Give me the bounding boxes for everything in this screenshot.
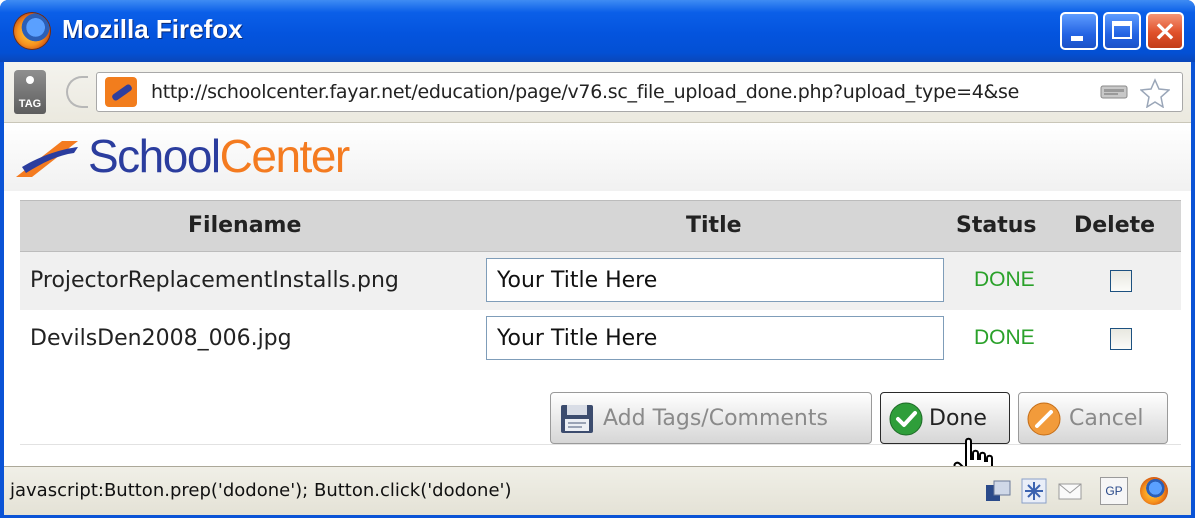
header-delete: Delete <box>1074 213 1156 238</box>
filename-cell: ProjectorReplacementInstalls.png <box>30 268 399 293</box>
cancel-icon <box>1027 402 1061 436</box>
delete-checkbox[interactable] <box>1110 270 1132 292</box>
firefox-status-icon[interactable] <box>1140 477 1168 505</box>
mail-icon[interactable] <box>1056 477 1084 505</box>
minimize-icon <box>1071 36 1083 41</box>
screen-icon[interactable] <box>984 477 1012 505</box>
check-icon <box>889 402 923 436</box>
minimize-button[interactable] <box>1060 12 1098 50</box>
table-header: Filename Title Status Delete <box>20 200 1181 252</box>
close-icon: × <box>1153 14 1177 47</box>
snowflake-icon[interactable] <box>1020 477 1048 505</box>
feed-icon[interactable] <box>1100 82 1130 102</box>
url-field[interactable]: http://schoolcenter.fayar.net/education/… <box>96 72 1183 112</box>
table-row: ProjectorReplacementInstalls.png DONE <box>20 252 1181 310</box>
tag-icon[interactable]: TAG <box>14 70 46 114</box>
divider <box>20 444 1181 445</box>
table-row: DevilsDen2008_006.jpg DONE <box>20 310 1181 368</box>
logo-school: School <box>88 130 221 182</box>
header-filename: Filename <box>188 213 302 238</box>
title-input[interactable] <box>486 316 944 360</box>
close-button[interactable]: × <box>1146 12 1184 50</box>
status-cell: DONE <box>974 268 1035 291</box>
logo-center: Center <box>219 130 351 182</box>
site-favicon <box>105 77 137 107</box>
schoolcenter-header: SchoolCenter <box>4 123 1191 191</box>
maximize-button[interactable] <box>1103 12 1141 50</box>
status-cell: DONE <box>974 326 1035 349</box>
firefox-icon <box>14 13 50 49</box>
browser-window: Mozilla Firefox × TAG http://schoolcente… <box>0 0 1195 518</box>
save-icon <box>561 405 593 433</box>
star-icon[interactable] <box>1140 78 1170 108</box>
window-title: Mozilla Firefox <box>62 14 243 44</box>
add-tags-button[interactable]: Add Tags/Comments <box>550 392 872 444</box>
header-title: Title <box>686 213 742 238</box>
back-button-edge[interactable] <box>66 76 88 108</box>
done-label: Done <box>929 406 987 431</box>
title-bar[interactable]: Mozilla Firefox × <box>0 0 1195 62</box>
tag-label: TAG <box>18 98 42 110</box>
add-tags-label: Add Tags/Comments <box>603 406 828 431</box>
address-bar: TAG http://schoolcenter.fayar.net/educat… <box>4 62 1191 123</box>
url-text[interactable]: http://schoolcenter.fayar.net/education/… <box>151 81 1019 103</box>
status-bar: javascript:Button.prep('dodone'); Button… <box>4 466 1191 515</box>
header-status: Status <box>956 213 1037 238</box>
gp-icon[interactable]: GP <box>1100 477 1128 505</box>
title-input[interactable] <box>486 258 944 302</box>
schoolcenter-logo-icon <box>16 141 78 177</box>
schoolcenter-logo: SchoolCenter <box>88 129 351 183</box>
delete-checkbox[interactable] <box>1110 328 1132 350</box>
cancel-button[interactable]: Cancel <box>1018 392 1168 444</box>
filename-cell: DevilsDen2008_006.jpg <box>30 326 292 351</box>
status-text: javascript:Button.prep('dodone'); Button… <box>10 480 512 501</box>
client-area: TAG http://schoolcenter.fayar.net/educat… <box>4 62 1191 515</box>
maximize-icon <box>1112 21 1132 39</box>
cancel-label: Cancel <box>1069 406 1144 431</box>
